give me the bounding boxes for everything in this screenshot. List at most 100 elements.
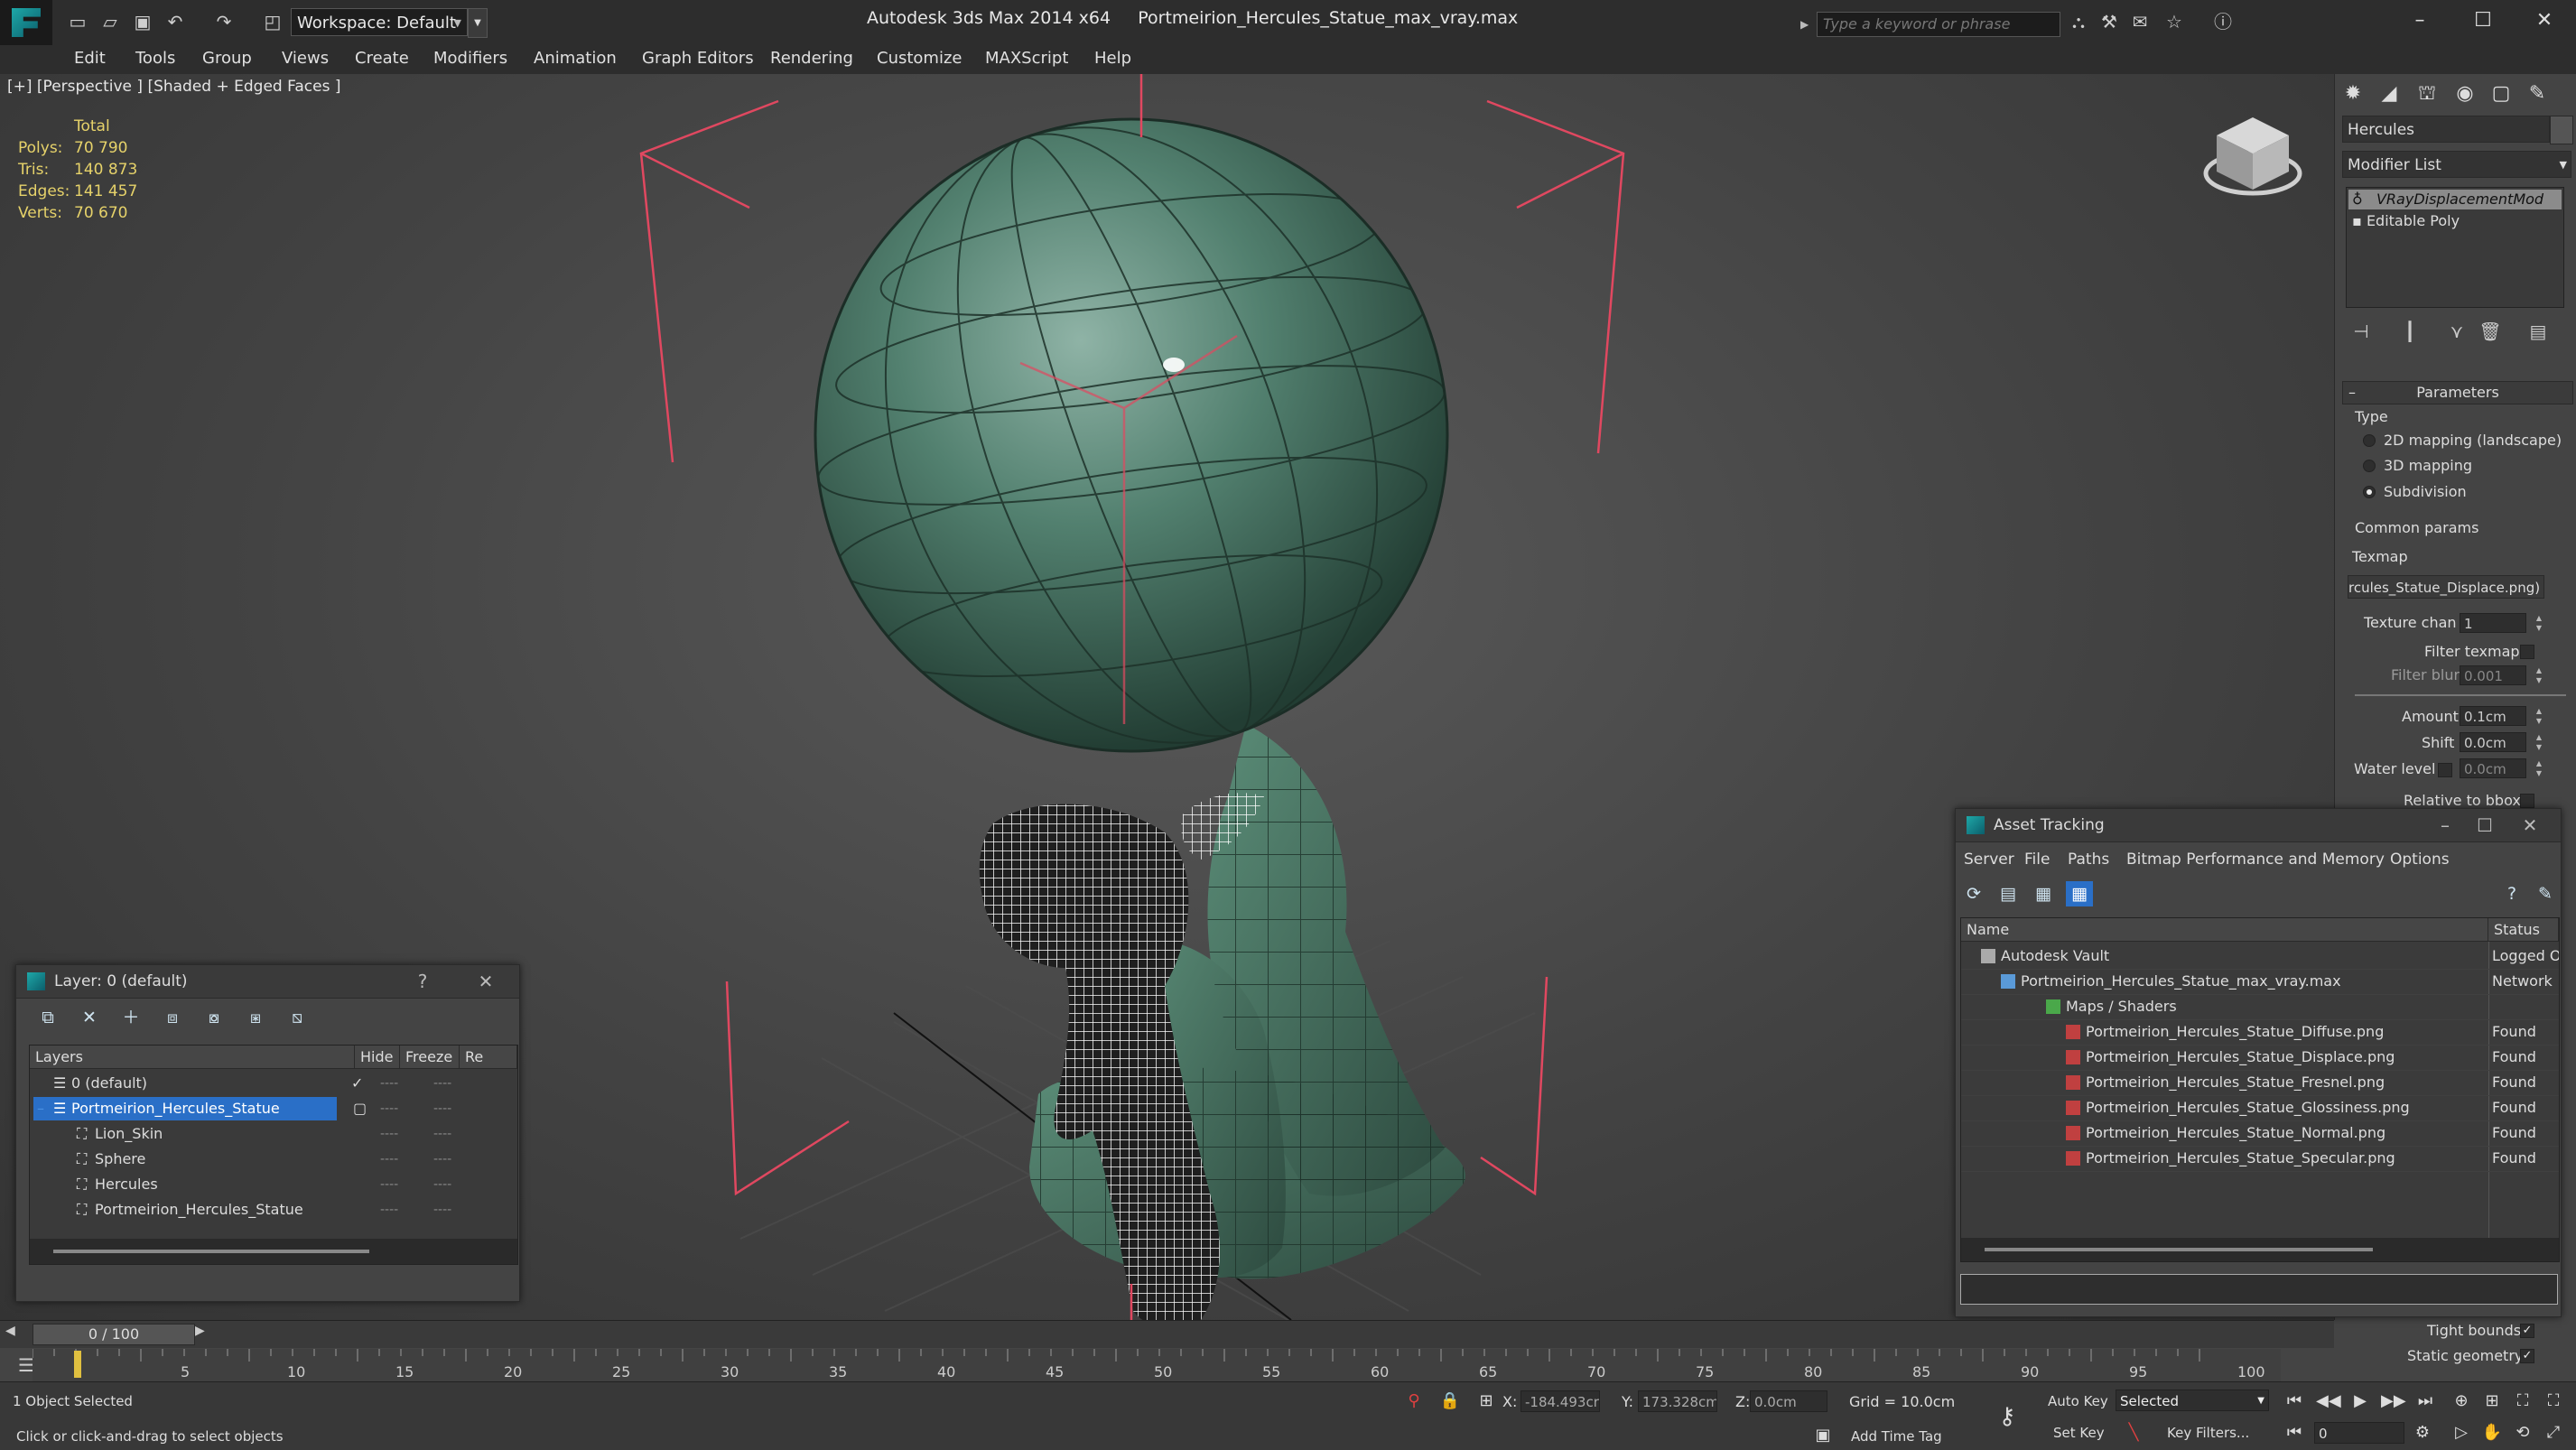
- time-configuration-icon[interactable]: ⚙: [2411, 1421, 2434, 1445]
- go-to-end-icon[interactable]: ⏭: [2413, 1390, 2437, 1413]
- maximize-button[interactable]: ☐: [2451, 0, 2515, 42]
- path-field[interactable]: [1960, 1274, 2558, 1305]
- expand-icon[interactable]: –: [37, 1096, 44, 1121]
- project-folder-icon[interactable]: ◰: [262, 11, 284, 33]
- col-layers[interactable]: Layers: [30, 1046, 355, 1069]
- key-filters-button[interactable]: Key Filters...: [2167, 1425, 2249, 1441]
- key-selection-dropdown[interactable]: Selected ▼: [2116, 1390, 2269, 1411]
- help-icon[interactable]: ?: [2498, 881, 2525, 906]
- col-status[interactable]: Status: [2488, 918, 2559, 942]
- freeze-toggle[interactable]: ----: [433, 1147, 451, 1172]
- menu-help[interactable]: Help: [1094, 49, 1131, 68]
- prev-frame-icon[interactable]: ◀: [5, 1324, 15, 1338]
- menu-animation[interactable]: Animation: [534, 49, 617, 68]
- quick-access-dropdown[interactable]: ▼: [468, 8, 488, 38]
- next-frame-icon[interactable]: ▶▶: [2381, 1390, 2406, 1413]
- shift-spinner[interactable]: 0.0cm: [2460, 732, 2526, 752]
- search-expand-icon[interactable]: ▶: [1800, 12, 1815, 37]
- hierarchy-tab-icon[interactable]: ⛫: [2411, 79, 2443, 108]
- maximize-button[interactable]: ☐: [2467, 813, 2503, 838]
- spinner-arrows-icon[interactable]: ▲ ▼: [2534, 665, 2543, 685]
- pan-view-icon[interactable]: ✋: [2480, 1421, 2504, 1445]
- add-to-layer-icon[interactable]: ＋: [117, 1005, 144, 1030]
- time-tag-icon[interactable]: ▣: [1811, 1424, 1835, 1447]
- object-color-swatch[interactable]: [2550, 116, 2573, 144]
- layer-row[interactable]: – ☰ Portmeirion_Hercules_Statue ▢ ---- -…: [30, 1096, 517, 1121]
- freeze-all-icon[interactable]: ⧅: [284, 1005, 311, 1030]
- freeze-toggle[interactable]: ----: [433, 1197, 451, 1222]
- configure-sets-icon[interactable]: ▤: [2525, 318, 2552, 345]
- asset-row[interactable]: Portmeirion_Hercules_Statue_Diffuse.png …: [1961, 1019, 2559, 1046]
- go-to-start-icon[interactable]: ⏮: [2283, 1390, 2306, 1413]
- set-key-mode-icon[interactable]: ⚷: [1995, 1405, 2019, 1428]
- asset-row[interactable]: Portmeirion_Hercules_Statue_Fresnel.png …: [1961, 1070, 2559, 1096]
- pin-stack-icon[interactable]: ⊣: [2348, 318, 2375, 345]
- horizontal-scrollbar[interactable]: [1961, 1238, 2559, 1261]
- maximize-viewport-icon[interactable]: ⤢: [2542, 1421, 2565, 1445]
- current-frame-field[interactable]: 0: [2314, 1422, 2404, 1444]
- horizontal-scrollbar[interactable]: [30, 1239, 517, 1264]
- make-unique-icon[interactable]: ⋎: [2443, 318, 2470, 345]
- open-file-icon[interactable]: ▱: [99, 11, 121, 33]
- workspace-selector[interactable]: Workspace: Default ▼: [291, 8, 468, 36]
- utilities-tab-icon[interactable]: ✎: [2521, 79, 2553, 108]
- texture-chan-spinner[interactable]: 1: [2460, 613, 2526, 633]
- spinner-arrows-icon[interactable]: ▲ ▼: [2534, 706, 2543, 726]
- spinner-arrows-icon[interactable]: ▲ ▼: [2534, 613, 2543, 633]
- list-view-icon[interactable]: ▤: [1995, 881, 2022, 906]
- asset-menu-options[interactable]: Options: [2390, 850, 2450, 869]
- layer-row[interactable]: ⛶ Hercules ---- ----: [30, 1172, 517, 1197]
- subscription-icon[interactable]: ⚒: [2098, 11, 2120, 33]
- orbit-icon[interactable]: ⟲: [2511, 1421, 2534, 1445]
- freeze-toggle[interactable]: ----: [433, 1071, 451, 1096]
- zoom-icon[interactable]: ⊕: [2450, 1390, 2473, 1413]
- z-coordinate-field[interactable]: 0.0cm: [1750, 1390, 1827, 1412]
- hide-toggle[interactable]: ----: [380, 1096, 398, 1121]
- asset-row[interactable]: Portmeirion_Hercules_Statue_max_vray.max…: [1961, 969, 2559, 995]
- layer-row[interactable]: ⛶ Portmeirion_Hercules_Statue ---- ----: [30, 1197, 517, 1222]
- menu-customize[interactable]: Customize: [877, 49, 962, 68]
- minimize-button[interactable]: –: [2388, 0, 2451, 42]
- freeze-toggle[interactable]: ----: [433, 1096, 451, 1121]
- hide-toggle[interactable]: ----: [380, 1172, 398, 1197]
- redo-icon[interactable]: ↷: [213, 11, 235, 33]
- layer-row[interactable]: ⛶ Sphere ---- ----: [30, 1147, 517, 1172]
- minimize-button[interactable]: –: [2427, 813, 2463, 838]
- static-geometry-checkbox[interactable]: ✓: [2520, 1349, 2534, 1363]
- radio-subdivision[interactable]: [2363, 486, 2376, 498]
- dialog-title-bar[interactable]: Layer: 0 (default) ? ✕: [16, 965, 519, 999]
- help-icon[interactable]: ⓘ: [2212, 11, 2234, 33]
- freeze-toggle[interactable]: ----: [433, 1121, 451, 1147]
- auto-key-button[interactable]: Auto Key: [2048, 1393, 2108, 1409]
- selection-lock-icon[interactable]: 🔒: [1438, 1390, 1462, 1413]
- filter-blur-spinner[interactable]: 0.001: [2460, 665, 2526, 685]
- app-menu-button[interactable]: [0, 0, 52, 45]
- menu-group[interactable]: Group: [202, 49, 252, 68]
- close-icon[interactable]: ✕: [468, 969, 504, 994]
- show-end-result-icon[interactable]: ┃: [2396, 318, 2423, 345]
- stack-item-vraydisplacement[interactable]: ♁ VRayDisplacementMod: [2348, 190, 2562, 209]
- set-key-button[interactable]: Set Key: [2053, 1425, 2105, 1441]
- menu-tools[interactable]: Tools: [135, 49, 175, 68]
- col-render[interactable]: Re: [460, 1046, 517, 1069]
- y-coordinate-field[interactable]: 173.328cm: [1638, 1390, 1717, 1412]
- refresh-icon[interactable]: ⟳: [1960, 881, 1987, 906]
- new-file-icon[interactable]: ▭: [67, 11, 88, 33]
- save-file-icon[interactable]: ▣: [132, 11, 153, 33]
- favorites-star-icon[interactable]: ☆: [2163, 11, 2185, 33]
- tree-view-icon[interactable]: ▦: [2030, 881, 2057, 906]
- key-mode-toggle-icon[interactable]: ⏮: [2283, 1421, 2306, 1445]
- add-time-tag-button[interactable]: Add Time Tag: [1851, 1428, 1942, 1445]
- asset-row[interactable]: Autodesk Vault Logged O: [1961, 943, 2559, 970]
- parameters-rollout-header[interactable]: – Parameters: [2342, 381, 2573, 404]
- zoom-all-icon[interactable]: ⊞: [2480, 1390, 2504, 1413]
- modify-tab-icon[interactable]: ◢: [2373, 79, 2405, 108]
- spinner-arrows-icon[interactable]: ▲ ▼: [2534, 758, 2543, 778]
- asset-menu-paths[interactable]: Paths: [2068, 850, 2109, 869]
- zoom-extents-all-icon[interactable]: ⛶: [2542, 1390, 2565, 1413]
- stack-item-editable-poly[interactable]: ▪ Editable Poly: [2352, 211, 2460, 231]
- new-layer-icon[interactable]: ⧉: [34, 1005, 61, 1030]
- undo-icon[interactable]: ↶: [164, 11, 186, 33]
- delete-layer-icon[interactable]: ✕: [76, 1005, 103, 1030]
- search-input[interactable]: Type a keyword or phrase: [1817, 12, 2060, 37]
